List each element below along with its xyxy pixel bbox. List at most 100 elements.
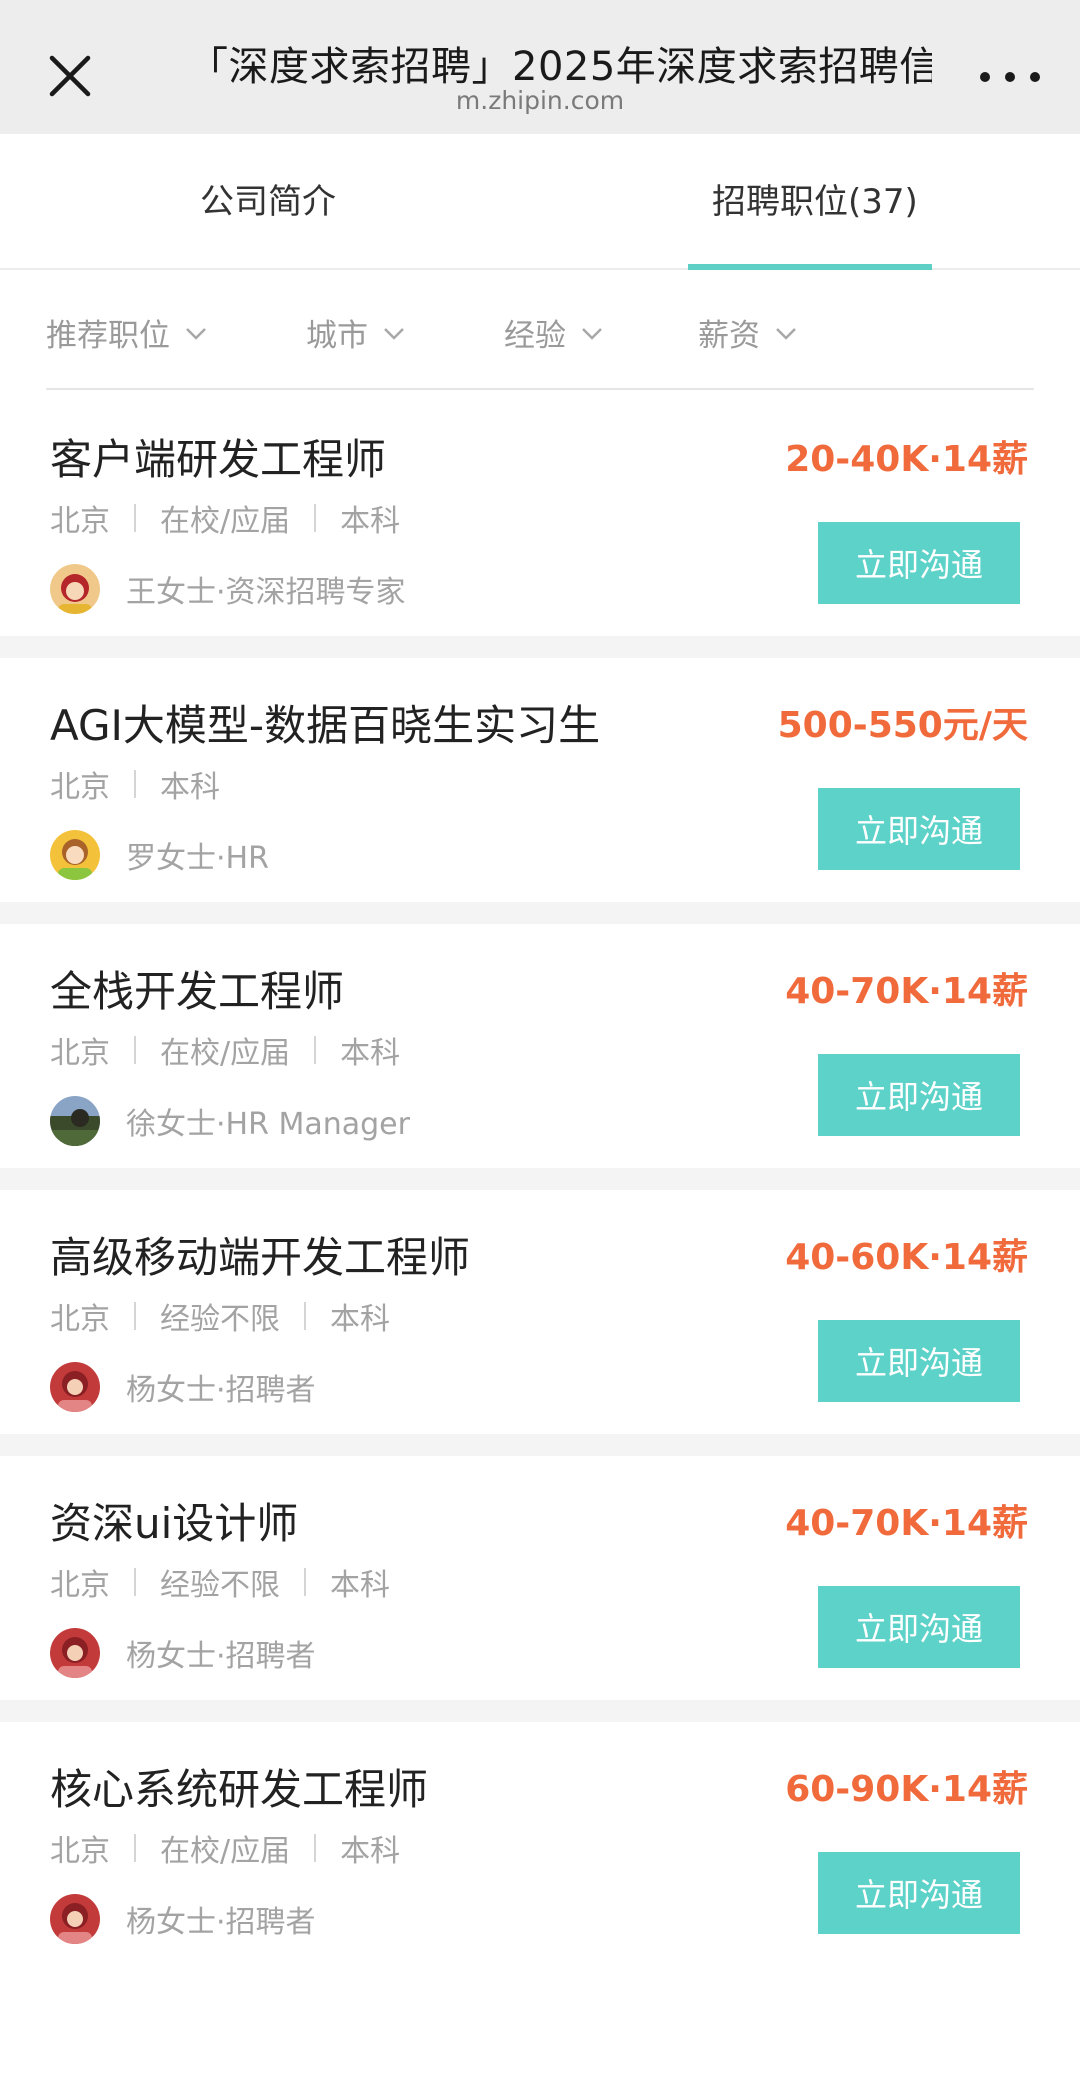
job-card[interactable]: 全栈开发工程师 40-70K·14薪 北京 在校/应届 本科 徐女士·HR Ma… [0, 924, 1080, 1168]
job-tags: 北京 在校/应届 本科 [50, 496, 400, 540]
job-tag-education: 本科 [330, 1568, 390, 1603]
tag-divider [314, 1036, 317, 1064]
recruiter-info: 杨女士·招聘者 [50, 1362, 316, 1412]
recruiter-info: 罗女士·HR [50, 830, 269, 880]
avatar [50, 1096, 100, 1146]
chat-now-button[interactable]: 立即沟通 [818, 1054, 1020, 1136]
recruiter-info: 杨女士·招聘者 [50, 1628, 316, 1678]
job-tags: 北京 本科 [50, 762, 220, 806]
tab-bar: 公司简介 招聘职位(37) [0, 134, 1080, 270]
job-card[interactable]: 资深ui设计师 40-70K·14薪 北京 经验不限 本科 杨女士·招聘者 立即… [0, 1456, 1080, 1700]
job-title: 高级移动端开发工程师 [50, 1233, 471, 1282]
filter-label: 推荐职位 [46, 318, 170, 354]
more-options-button[interactable] [980, 64, 1040, 90]
tag-divider [134, 1834, 136, 1862]
job-card[interactable]: AGI大模型-数据百晓生实习生 500-550元/天 北京 本科 罗女士·HR … [0, 658, 1080, 902]
job-salary: 40-70K·14薪 [785, 1503, 1028, 1544]
chat-now-button[interactable]: 立即沟通 [818, 1320, 1020, 1402]
navigation-bar: 「深度求索招聘」2025年深度求索招聘信息 m.zhipin.com [0, 0, 1080, 134]
tab-job-positions[interactable]: 招聘职位(37) [712, 174, 918, 223]
job-title: 资深ui设计师 [50, 1499, 299, 1548]
job-tags: 北京 在校/应届 本科 [50, 1028, 400, 1072]
job-card[interactable]: 高级移动端开发工程师 40-60K·14薪 北京 经验不限 本科 杨女士·招聘者… [0, 1190, 1080, 1434]
recruiter-avatar-icon [50, 1096, 100, 1146]
chevron-down-icon [776, 327, 796, 340]
job-tag-experience: 在校/应届 [160, 1036, 291, 1071]
avatar [50, 1628, 100, 1678]
recruiter-name: 杨女士·招聘者 [126, 1639, 316, 1674]
page-url: m.zhipin.com [455, 86, 625, 115]
job-tag-city: 北京 [50, 1834, 110, 1869]
tag-divider [304, 1302, 306, 1330]
card-separator [0, 1434, 1080, 1456]
job-title: 核心系统研发工程师 [50, 1765, 429, 1814]
job-tags: 北京 经验不限 本科 [50, 1560, 390, 1604]
chat-now-button[interactable]: 立即沟通 [818, 522, 1020, 604]
filter-label: 薪资 [698, 318, 760, 354]
job-tag-education: 本科 [340, 1036, 401, 1071]
job-tag-education: 本科 [340, 1834, 401, 1869]
job-card[interactable]: 核心系统研发工程师 60-90K·14薪 北京 在校/应届 本科 杨女士·招聘者… [0, 1722, 1080, 1966]
tag-divider [134, 1302, 136, 1330]
job-tag-city: 北京 [50, 504, 110, 539]
job-tag-experience: 在校/应届 [160, 1834, 291, 1869]
job-title: AGI大模型-数据百晓生实习生 [50, 701, 601, 750]
recruiter-avatar-icon [50, 1628, 100, 1678]
page-title: 「深度求索招聘」2025年深度求索招聘信息 [188, 44, 932, 90]
recruiter-info: 徐女士·HR Manager [50, 1096, 410, 1146]
job-salary: 40-70K·14薪 [785, 971, 1028, 1012]
recruiter-name: 徐女士·HR Manager [126, 1107, 410, 1142]
recruiter-info: 王女士·资深招聘专家 [50, 564, 406, 614]
tag-divider [314, 1834, 317, 1862]
recruiter-info: 杨女士·招聘者 [50, 1894, 316, 1944]
filter-label: 经验 [504, 318, 566, 354]
tag-divider [304, 1568, 306, 1596]
card-separator [0, 902, 1080, 924]
tag-divider [134, 770, 136, 798]
recruiter-name: 王女士·资深招聘专家 [126, 575, 406, 610]
job-tags: 北京 在校/应届 本科 [50, 1826, 400, 1870]
filter-experience[interactable]: 经验 [504, 310, 604, 355]
avatar [50, 830, 100, 880]
job-title: 客户端研发工程师 [50, 435, 387, 484]
chevron-down-icon [582, 327, 602, 340]
job-salary: 500-550元/天 [777, 705, 1028, 746]
chat-now-button[interactable]: 立即沟通 [818, 1586, 1020, 1668]
chevron-down-icon [186, 327, 206, 340]
job-card[interactable]: 客户端研发工程师 20-40K·14薪 北京 在校/应届 本科 王女士·资深招聘… [0, 392, 1080, 636]
tag-divider [314, 504, 317, 532]
filter-bar: 推荐职位 城市 经验 薪资 [46, 270, 1034, 390]
recruiter-avatar-icon [50, 1894, 100, 1944]
job-tag-education: 本科 [340, 504, 401, 539]
recruiter-name: 杨女士·招聘者 [126, 1905, 316, 1940]
job-title: 全栈开发工程师 [50, 967, 345, 1016]
tag-divider [134, 1568, 136, 1596]
filter-salary[interactable]: 薪资 [698, 310, 798, 355]
job-salary: 60-90K·14薪 [785, 1769, 1028, 1810]
job-tag-experience: 经验不限 [160, 1302, 280, 1337]
job-tag-education: 本科 [160, 770, 220, 805]
job-tag-city: 北京 [50, 770, 110, 805]
avatar [50, 1894, 100, 1944]
filter-city[interactable]: 城市 [306, 310, 406, 355]
job-salary: 20-40K·14薪 [785, 439, 1028, 480]
avatar [50, 564, 100, 614]
tag-divider [134, 504, 136, 532]
filter-label: 城市 [306, 318, 368, 354]
chat-now-button[interactable]: 立即沟通 [818, 1852, 1020, 1934]
job-tag-city: 北京 [50, 1302, 110, 1337]
more-icon [1030, 72, 1040, 82]
avatar [50, 1362, 100, 1412]
recruiter-avatar-icon [50, 1362, 100, 1412]
chat-now-button[interactable]: 立即沟通 [818, 788, 1020, 870]
card-separator [0, 1168, 1080, 1190]
filter-recommended[interactable]: 推荐职位 [46, 310, 208, 355]
more-icon [980, 72, 990, 82]
job-salary: 40-60K·14薪 [785, 1237, 1028, 1278]
job-tag-experience: 在校/应届 [160, 504, 291, 539]
chevron-down-icon [384, 327, 404, 340]
tab-company-profile[interactable]: 公司简介 [200, 174, 336, 223]
job-list: 客户端研发工程师 20-40K·14薪 北京 在校/应届 本科 王女士·资深招聘… [0, 392, 1080, 1966]
recruiter-name: 罗女士·HR [126, 841, 269, 876]
recruiter-name: 杨女士·招聘者 [126, 1373, 316, 1408]
